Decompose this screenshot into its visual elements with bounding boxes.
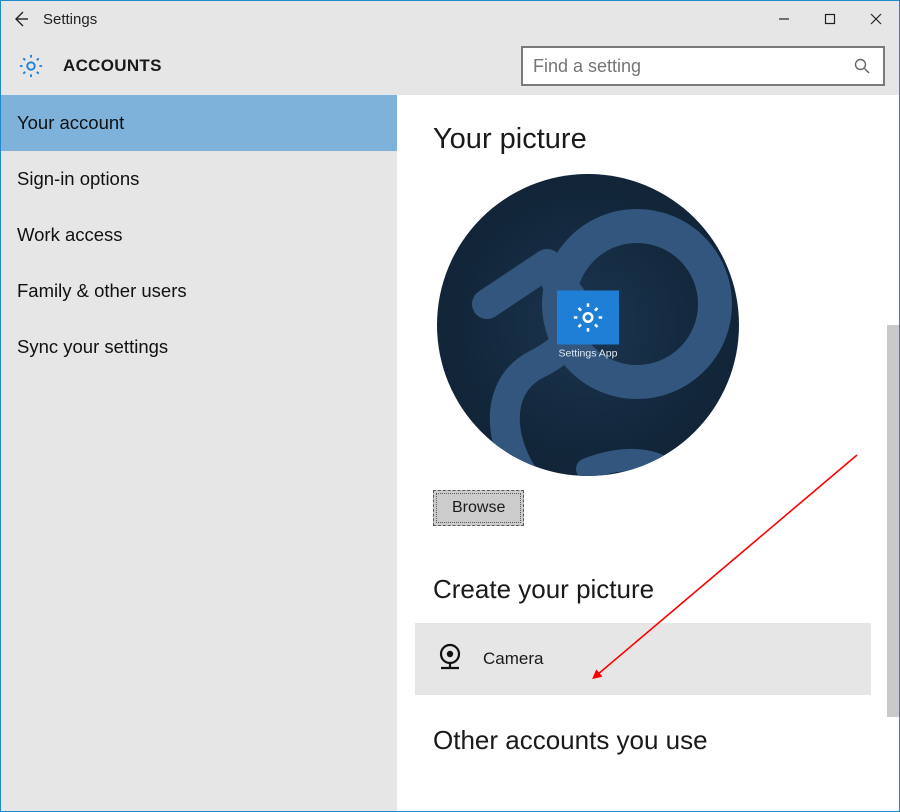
camera-tile[interactable]: Camera bbox=[415, 623, 871, 695]
sidebar-item-label: Family & other users bbox=[17, 280, 187, 302]
scrollbar-thumb[interactable] bbox=[887, 325, 899, 717]
title-bar: Settings bbox=[1, 1, 899, 37]
sidebar-item-work-access[interactable]: Work access bbox=[1, 207, 397, 263]
content-pane: Your picture Settings App Browse Create … bbox=[397, 95, 899, 811]
section-title-create-your-picture: Create your picture bbox=[433, 574, 863, 605]
maximize-button[interactable] bbox=[807, 1, 853, 37]
minimize-button[interactable] bbox=[761, 1, 807, 37]
sidebar-item-label: Your account bbox=[17, 112, 124, 134]
sidebar-item-family-other-users[interactable]: Family & other users bbox=[1, 263, 397, 319]
browse-label: Browse bbox=[452, 499, 505, 516]
sidebar-item-label: Work access bbox=[17, 224, 123, 246]
back-button[interactable] bbox=[1, 1, 41, 37]
sidebar-item-label: Sync your settings bbox=[17, 336, 168, 358]
header-row: ACCOUNTS bbox=[1, 37, 899, 95]
camera-label: Camera bbox=[483, 649, 543, 669]
close-button[interactable] bbox=[853, 1, 899, 37]
browse-button[interactable]: Browse bbox=[433, 490, 524, 526]
window-title: Settings bbox=[41, 11, 97, 28]
avatar-settings-badge: Settings App bbox=[557, 291, 619, 360]
search-input[interactable] bbox=[533, 56, 851, 77]
settings-gear-icon bbox=[13, 52, 49, 80]
sidebar-item-sync-your-settings[interactable]: Sync your settings bbox=[1, 319, 397, 375]
sidebar-item-label: Sign-in options bbox=[17, 168, 139, 190]
profile-picture: Settings App bbox=[437, 174, 739, 476]
camera-icon bbox=[433, 640, 467, 679]
search-box[interactable] bbox=[521, 46, 885, 86]
sidebar-item-sign-in-options[interactable]: Sign-in options bbox=[1, 151, 397, 207]
section-title-other-accounts: Other accounts you use bbox=[433, 725, 863, 756]
sidebar-item-your-account[interactable]: Your account bbox=[1, 95, 397, 151]
badge-caption: Settings App bbox=[557, 348, 619, 360]
search-icon bbox=[851, 57, 873, 75]
section-title-your-picture: Your picture bbox=[433, 123, 863, 156]
page-heading: ACCOUNTS bbox=[63, 56, 162, 76]
settings-sidebar: Your account Sign-in options Work access… bbox=[1, 95, 397, 811]
badge-gear-icon bbox=[557, 291, 619, 345]
